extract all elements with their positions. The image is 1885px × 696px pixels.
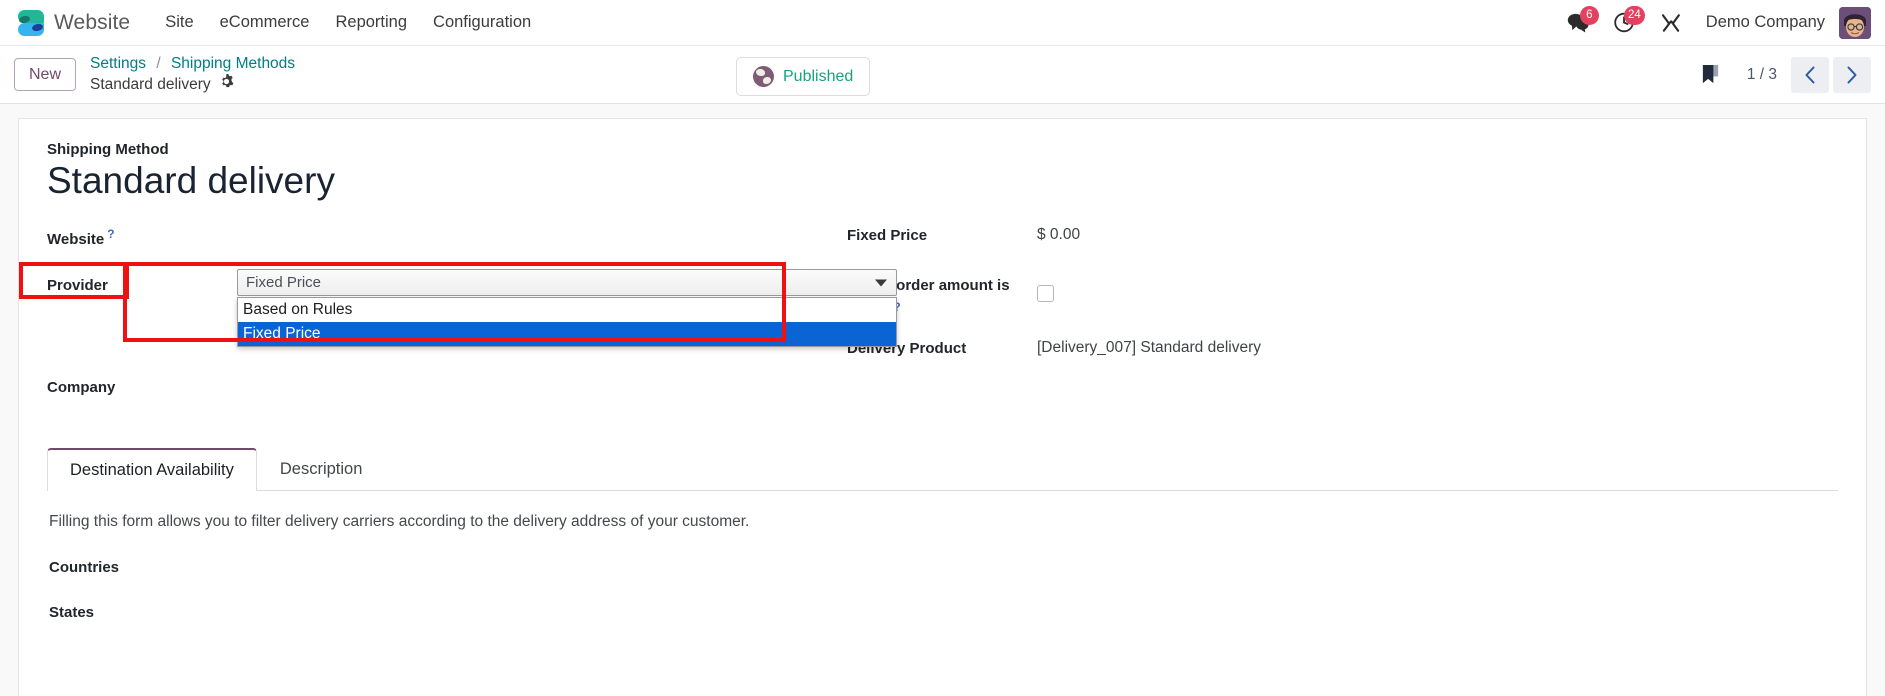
tab-destination-availability[interactable]: Destination Availability [47, 448, 257, 492]
notebook-tab-body: Filling this form allows you to filter d… [47, 491, 1838, 621]
control-panel: New Settings / Shipping Methods Standard… [0, 46, 1885, 104]
published-button[interactable]: Published [736, 57, 871, 96]
field-company-label: Company [47, 379, 116, 397]
navbar-right-group: 6 24 Demo Company [1556, 3, 1875, 43]
messages-button[interactable]: 6 [1556, 3, 1602, 43]
field-website-label: Website? [47, 219, 237, 252]
form-sheet: Shipping Method Standard delivery Websit… [18, 118, 1867, 696]
field-delivery-product: Delivery Product [Delivery_007] Standard… [847, 332, 1838, 374]
menu-configuration[interactable]: Configuration [420, 7, 544, 38]
pager-count: 1 / 3 [1746, 65, 1777, 83]
website-label-text: Website [47, 231, 105, 249]
messages-badge: 6 [1579, 5, 1599, 25]
breadcrumb-settings[interactable]: Settings [90, 55, 146, 72]
published-label: Published [783, 67, 854, 85]
breadcrumb-separator: / [156, 54, 161, 72]
page-title: Standard delivery [47, 160, 335, 201]
form-columns: Website? Provider Fixed Price Based on R… [47, 219, 1838, 421]
provider-selected-value: Fixed Price [246, 274, 322, 292]
pager: 1 / 3 [1700, 56, 1871, 93]
notebook-tab-strip: Destination Availability Description [47, 447, 1838, 492]
option-based-on-rules[interactable]: Based on Rules [238, 298, 896, 322]
breadcrumb-shipping-methods[interactable]: Shipping Methods [171, 55, 295, 72]
field-free-if-above-value [1037, 269, 1838, 307]
menu-site[interactable]: Site [152, 7, 206, 38]
form-sheet-background: Shipping Method Standard delivery Websit… [0, 104, 1885, 696]
odoo-logo-icon[interactable] [16, 8, 46, 38]
form-left-column: Website? Provider Fixed Price Based on R… [47, 219, 897, 421]
field-free-if-above: Free if order amount is above? [847, 269, 1838, 324]
field-provider-label: Provider [47, 277, 108, 295]
globe-icon [753, 66, 774, 87]
gear-icon[interactable] [219, 73, 234, 96]
app-name[interactable]: Website [54, 11, 130, 35]
notebook: Destination Availability Description Fil… [47, 447, 1838, 621]
top-navbar: Website Site eCommerce Reporting Configu… [0, 0, 1885, 46]
provider-select[interactable]: Fixed Price [237, 269, 897, 297]
developer-tools-button[interactable] [1648, 3, 1694, 43]
destination-availability-help: Filling this form allows you to filter d… [49, 513, 750, 531]
free-if-above-checkbox[interactable] [1037, 285, 1054, 303]
website-publish-status: Published [736, 57, 871, 96]
breadcrumb-record-name: Standard delivery [90, 75, 211, 93]
field-fixed-price: Fixed Price $ 0.00 [847, 219, 1838, 261]
bookmark-icon[interactable] [1700, 63, 1721, 87]
tab-description[interactable]: Description [257, 448, 386, 491]
pager-next-button[interactable] [1833, 56, 1871, 93]
user-avatar[interactable] [1839, 6, 1871, 39]
field-company-value[interactable] [237, 371, 837, 378]
field-fixed-price-value[interactable]: $ 0.00 [1037, 219, 1838, 244]
menu-reporting[interactable]: Reporting [322, 7, 420, 38]
provider-option-list: Based on Rules Fixed Price [237, 297, 897, 348]
new-button[interactable]: New [14, 57, 77, 92]
field-fixed-price-label: Fixed Price [847, 227, 928, 245]
field-delivery-product-value[interactable]: [Delivery_007] Standard delivery [1037, 332, 1838, 357]
avatar-image [1839, 6, 1871, 39]
pager-previous-button[interactable] [1791, 56, 1829, 93]
field-website: Website? [47, 219, 837, 261]
states-label: States [49, 604, 95, 622]
provider-select-zone: Fixed Price Based on Rules Fixed Price [237, 269, 897, 348]
breadcrumb: Settings / Shipping Methods Standard del… [90, 54, 295, 96]
menu-ecommerce[interactable]: eCommerce [207, 7, 323, 38]
activities-badge: 24 [1623, 5, 1645, 25]
form-right-column: Fixed Price $ 0.00 Free if order amount … [837, 219, 1838, 421]
wrench-screwdriver-icon [1661, 13, 1680, 32]
model-label: Shipping Method [47, 141, 169, 158]
activities-button[interactable]: 24 [1602, 3, 1648, 43]
field-website-value[interactable] [237, 219, 837, 226]
website-help-icon[interactable]: ? [107, 227, 114, 241]
chevron-right-icon [1847, 66, 1857, 83]
field-provider: Provider Fixed Price Based on Rules Fixe… [47, 269, 897, 348]
option-fixed-price[interactable]: Fixed Price [238, 322, 896, 347]
chevron-left-icon [1805, 66, 1815, 83]
company-switcher[interactable]: Demo Company [1694, 13, 1837, 32]
dropdown-caret-icon [875, 279, 887, 287]
field-company: Company [47, 371, 837, 413]
countries-label: Countries [49, 559, 120, 577]
